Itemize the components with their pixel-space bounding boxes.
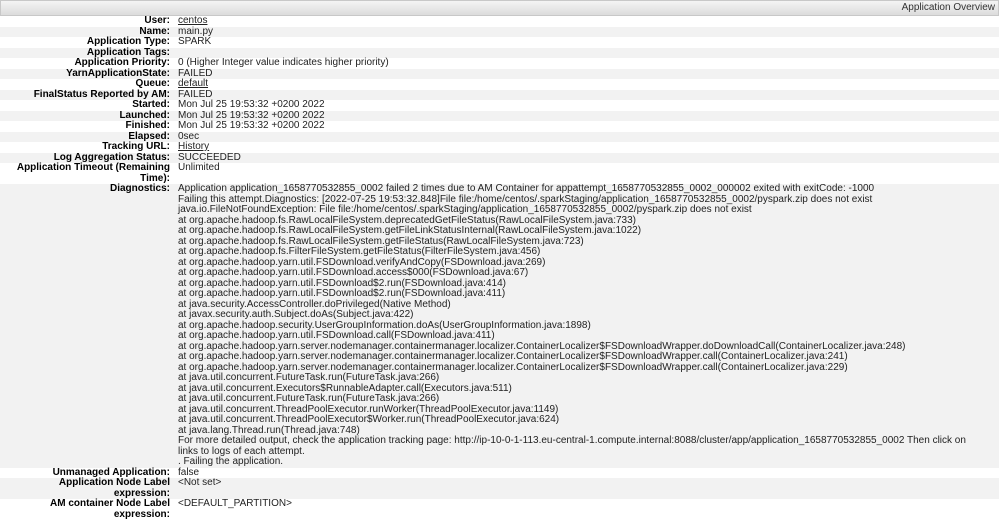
finished-value: Mon Jul 25 19:53:32 +0200 2022	[178, 120, 325, 131]
application-timeout-remaining-time-label: Application Timeout (Remaining Time):	[0, 162, 174, 184]
application-info-table: User: centos Name: main.py Application Type:…	[0, 15, 999, 520]
queue-label: Queue:	[0, 78, 174, 90]
info-row-application-node-label-expression: Application Node Label expression: <Not s…	[0, 477, 999, 499]
info-row-user: User: centos	[0, 15, 999, 27]
finished-label: Finished:	[0, 120, 174, 132]
info-row-application-priority: Application Priority: 0 (Higher Integer v…	[0, 57, 999, 69]
application-priority-value: 0 (Higher Integer value indicates higher…	[178, 57, 389, 68]
diagnostics-line: at org.apache.hadoop.yarn.util.FSDownloa…	[178, 288, 506, 299]
am-container-node-label-expression-value-cell: <DEFAULT_PARTITION>	[174, 498, 999, 520]
finalstatus-reported-by-am-value: FAILED	[178, 88, 213, 100]
application-node-label-expression-value: <Not set>	[178, 477, 222, 488]
started-label: Started:	[0, 99, 174, 111]
unmanaged-application-value-cell: false	[174, 466, 999, 478]
application-type-value: SPARK	[178, 36, 212, 47]
diagnostics-line: Application application_1658770532855_00…	[178, 183, 875, 194]
application-priority-label: Application Priority:	[0, 57, 174, 69]
diagnostics-line: at javax.security.auth.Subject.doAs(Subj…	[178, 309, 414, 320]
queue-link[interactable]: default	[178, 78, 208, 89]
diagnostics-line: at java.util.concurrent.ThreadPoolExecut…	[178, 414, 560, 425]
diagnostics-line: For more detailed output, check the appl…	[178, 435, 966, 457]
diagnostics-value-cell: Application application_1658770532855_00…	[174, 183, 999, 468]
application-node-label-expression-value-cell: <Not set>	[174, 477, 999, 499]
overview-header: Application Overview	[0, 0, 999, 16]
diagnostics-line: java.io.FileNotFoundException: File file…	[178, 204, 752, 215]
unmanaged-application-value: false	[178, 466, 200, 478]
info-row-application-timeout-remaining-time: Application Timeout (Remaining Time): Unl…	[0, 162, 999, 184]
tracking-url-label: Tracking URL:	[0, 141, 174, 153]
elapsed-value: 0sec	[178, 130, 200, 142]
application-node-label-expression-label: Application Node Label expression:	[0, 477, 174, 499]
diagnostics-line: at java.util.concurrent.FutureTask.run(F…	[178, 372, 440, 383]
info-row-finished: Finished: Mon Jul 25 19:53:32 +0200 2022	[0, 120, 999, 132]
diagnostics-line: at java.util.concurrent.FutureTask.run(F…	[178, 393, 440, 404]
yarnapplicationstate-value: FAILED	[178, 67, 213, 79]
log-aggregation-status-value: SUCCEEDED	[178, 151, 241, 163]
application-timeout-remaining-time-value: Unlimited	[178, 162, 220, 173]
overview-title: Application Overview	[901, 2, 995, 13]
launched-value: Mon Jul 25 19:53:32 +0200 2022	[178, 109, 325, 121]
diagnostics-line: . Failing the application.	[178, 456, 284, 467]
log-aggregation-status-value-cell: SUCCEEDED	[174, 151, 999, 163]
info-row-am-container-node-label-expression: AM container Node Label expression: <DEFA…	[0, 498, 999, 520]
info-row-application-type: Application Type: SPARK	[0, 36, 999, 48]
diagnostics-line: at org.apache.hadoop.fs.FilterFileSystem…	[178, 246, 541, 257]
user-value-cell: centos	[174, 15, 999, 27]
tracking-url-value-cell: History	[174, 141, 999, 153]
finished-value-cell: Mon Jul 25 19:53:32 +0200 2022	[174, 120, 999, 132]
application-priority-value-cell: 0 (Higher Integer value indicates higher…	[174, 57, 999, 69]
tracking-url-link[interactable]: History	[178, 141, 209, 152]
info-row-started: Started: Mon Jul 25 19:53:32 +0200 2022	[0, 99, 999, 111]
yarnapplicationstate-value-cell: FAILED	[174, 67, 999, 79]
name-value-cell: main.py	[174, 25, 999, 37]
info-row-diagnostics: Diagnostics: Application application_1658…	[0, 183, 999, 468]
user-label: User:	[0, 15, 174, 27]
am-container-node-label-expression-label: AM container Node Label expression:	[0, 498, 174, 520]
name-value: main.py	[178, 25, 214, 37]
diagnostics-label: Diagnostics:	[0, 183, 174, 468]
diagnostics-line: at org.apache.hadoop.yarn.util.FSDownloa…	[178, 330, 495, 341]
user-link[interactable]: centos	[178, 15, 207, 26]
diagnostics-line: at org.apache.hadoop.yarn.server.nodeman…	[178, 351, 848, 362]
application-type-value-cell: SPARK	[174, 36, 999, 48]
info-row-queue: Queue: default	[0, 78, 999, 90]
diagnostics-line: at org.apache.hadoop.yarn.util.FSDownloa…	[178, 267, 529, 278]
application-type-label: Application Type:	[0, 36, 174, 48]
elapsed-value-cell: 0sec	[174, 130, 999, 142]
am-container-node-label-expression-value: <DEFAULT_PARTITION>	[178, 498, 292, 509]
queue-value-cell: default	[174, 78, 999, 90]
application-timeout-remaining-time-value-cell: Unlimited	[174, 162, 999, 184]
diagnostics-line: at org.apache.hadoop.fs.RawLocalFileSyst…	[178, 225, 642, 236]
started-value: Mon Jul 25 19:53:32 +0200 2022	[178, 99, 325, 110]
info-row-tracking-url: Tracking URL: History	[0, 141, 999, 153]
